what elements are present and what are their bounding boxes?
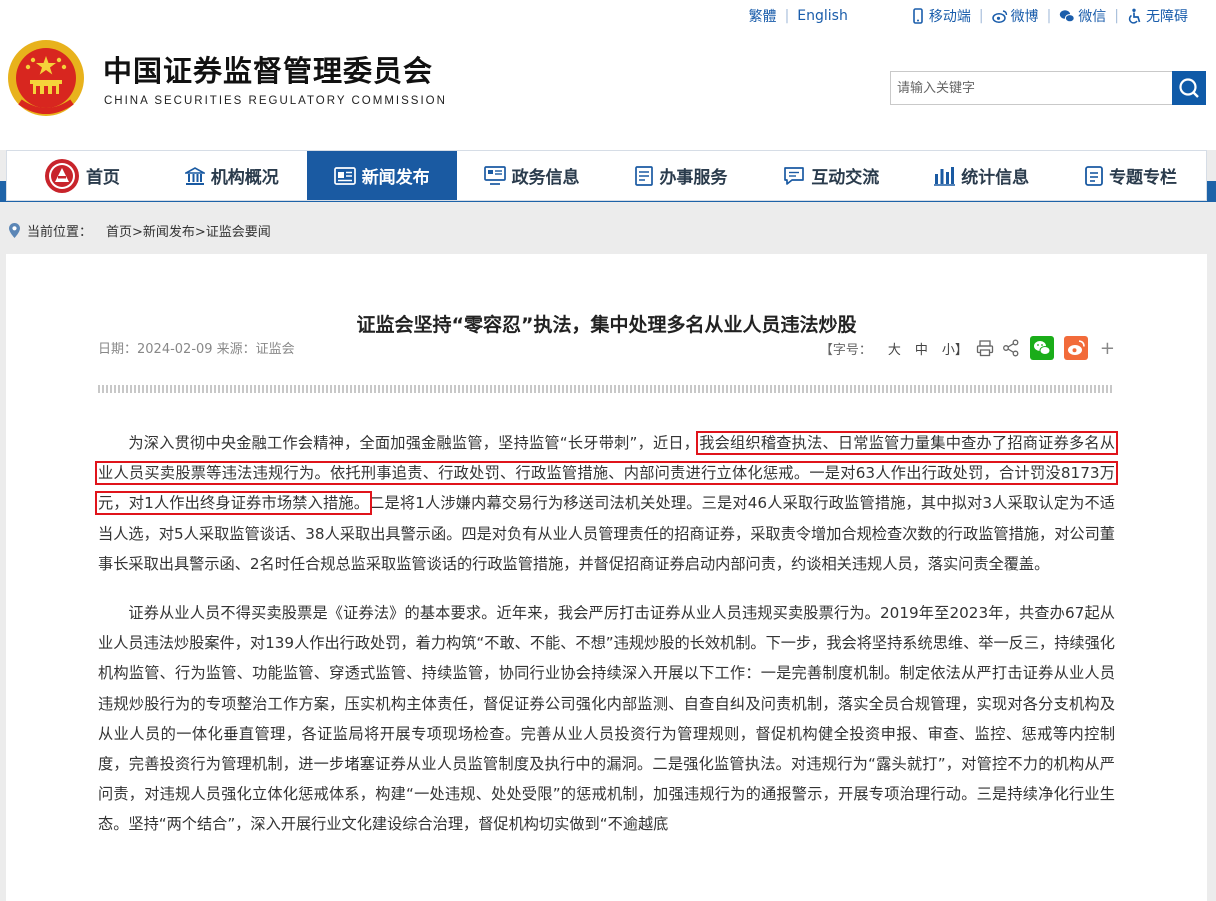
- article-tools: 【字号： 大 中 小】 +: [820, 336, 1115, 360]
- share-icon: [1002, 339, 1019, 357]
- font-size-label: 【字号：: [819, 342, 872, 358]
- weibo-label: 微博: [1010, 9, 1039, 25]
- nav-item-gov-info[interactable]: 政务信息: [457, 151, 607, 200]
- paragraph-text: 为深入贯彻中央金融工作会精神，全面加强金融监管，坚持监管“长牙带刺”，近日，: [128, 434, 700, 452]
- english-link[interactable]: English: [797, 8, 848, 24]
- nav-item-services[interactable]: 办事服务: [607, 151, 757, 200]
- nav-label: 办事服务: [659, 168, 728, 188]
- weibo-icon: [991, 10, 1007, 23]
- nav-label: 首页: [85, 168, 120, 188]
- breadcrumb-label: 当前位置：: [27, 224, 93, 240]
- paragraph-2: 证券从业人员不得买卖股票是《证券法》的基本要求。近年来，我会严厉打击证券从业人员…: [98, 604, 1115, 834]
- top-links: 繁體 | English 移动端 | 微博 | 微信 | 无障碍: [749, 6, 1188, 26]
- site-subtitle-en: CHINA SECURITIES REGULATORY COMMISSION: [104, 95, 447, 107]
- weibo-share-icon: [1063, 336, 1088, 360]
- document-icon: [1085, 165, 1103, 186]
- location-pin-icon: [9, 222, 20, 238]
- nav-label: 机构概况: [210, 168, 279, 188]
- article-title: 证监会坚持“零容忍”执法，集中处理多名从业人员违法炒股: [356, 314, 857, 336]
- building-icon: [184, 166, 205, 185]
- nav-item-about[interactable]: 机构概况: [157, 151, 307, 200]
- article-panel: 证监会坚持“零容忍”执法，集中处理多名从业人员违法炒股 日期：2024-02-0…: [6, 254, 1207, 901]
- print-icon: [976, 340, 994, 357]
- wechat-share-icon: [1029, 336, 1054, 360]
- font-size-large[interactable]: 大: [888, 339, 901, 358]
- nav-label: 专题专栏: [1109, 168, 1178, 188]
- mobile-icon: [913, 8, 923, 24]
- list-icon: [635, 165, 654, 186]
- share-weibo-button[interactable]: [1063, 336, 1088, 360]
- font-size-small[interactable]: 小】: [942, 339, 968, 358]
- site-header: 中国证券监督管理委员会 CHINA SECURITIES REGULATORY …: [0, 0, 1216, 150]
- font-size-medium[interactable]: 中: [915, 339, 928, 358]
- chat-icon: [784, 166, 805, 185]
- share-button[interactable]: [1002, 339, 1020, 357]
- nav-item-home[interactable]: 首页: [7, 151, 157, 200]
- nav-item-news[interactable]: 新闻发布: [306, 151, 457, 200]
- national-emblem-icon: [8, 40, 84, 116]
- search-icon: [1179, 78, 1199, 98]
- monitor-icon: [483, 165, 506, 185]
- nav-label: 政务信息: [511, 168, 580, 188]
- separator: |: [1114, 8, 1119, 24]
- accessibility-link[interactable]: 无障碍: [1127, 6, 1188, 26]
- breadcrumb: 当前位置： 首页>新闻发布>证监会要闻: [8, 220, 271, 240]
- news-icon: [333, 166, 356, 185]
- search-button[interactable]: [1172, 71, 1206, 105]
- article-body: 为深入贯彻中央金融工作会精神，全面加强金融监管，坚持监管“长牙带刺”，近日，我会…: [95, 428, 1118, 859]
- nav-item-interaction[interactable]: 互动交流: [756, 151, 906, 200]
- title-divider: [98, 385, 1113, 393]
- search-input[interactable]: [890, 71, 1172, 105]
- share-wechat-button[interactable]: [1029, 336, 1054, 360]
- separator: |: [1046, 8, 1052, 24]
- wechat-link[interactable]: 微信: [1059, 6, 1106, 26]
- paragraph-1: 为深入贯彻中央金融工作会精神，全面加强金融监管，坚持监管“长牙带刺”，近日，我会…: [95, 428, 1118, 579]
- wechat-label: 微信: [1078, 9, 1107, 25]
- weibo-link[interactable]: 微博: [991, 6, 1039, 26]
- traditional-chinese-link[interactable]: 繁體: [749, 6, 777, 26]
- nav-label: 互动交流: [811, 168, 880, 188]
- nav-item-special[interactable]: 专题专栏: [1056, 151, 1206, 200]
- mobile-link[interactable]: 移动端: [910, 6, 971, 26]
- nav-label: 统计信息: [961, 168, 1030, 188]
- separator: |: [978, 8, 984, 24]
- nav-item-statistics[interactable]: 统计信息: [906, 151, 1056, 200]
- share-more-button[interactable]: +: [1100, 338, 1115, 359]
- bar-chart-icon: [934, 166, 956, 186]
- csrc-logo-icon: [44, 158, 79, 193]
- main-nav: 首页 机构概况 新闻发布 政务信息 办事服务 互动交流 统计信息 专题专栏: [6, 150, 1207, 201]
- mobile-label: 移动端: [928, 9, 971, 25]
- nav-label: 新闻发布: [361, 168, 430, 188]
- wechat-icon: [1060, 10, 1075, 23]
- breadcrumb-path[interactable]: 首页>新闻发布>证监会要闻: [106, 221, 271, 240]
- article-meta: 日期：2024-02-09 来源：证监会: [98, 342, 295, 357]
- separator: |: [784, 8, 790, 24]
- search-box: [890, 71, 1206, 105]
- accessibility-icon: [1128, 8, 1141, 24]
- accessibility-label: 无障碍: [1146, 9, 1188, 25]
- print-button[interactable]: [976, 339, 994, 357]
- site-title: 中国证券监督管理委员会: [103, 54, 434, 88]
